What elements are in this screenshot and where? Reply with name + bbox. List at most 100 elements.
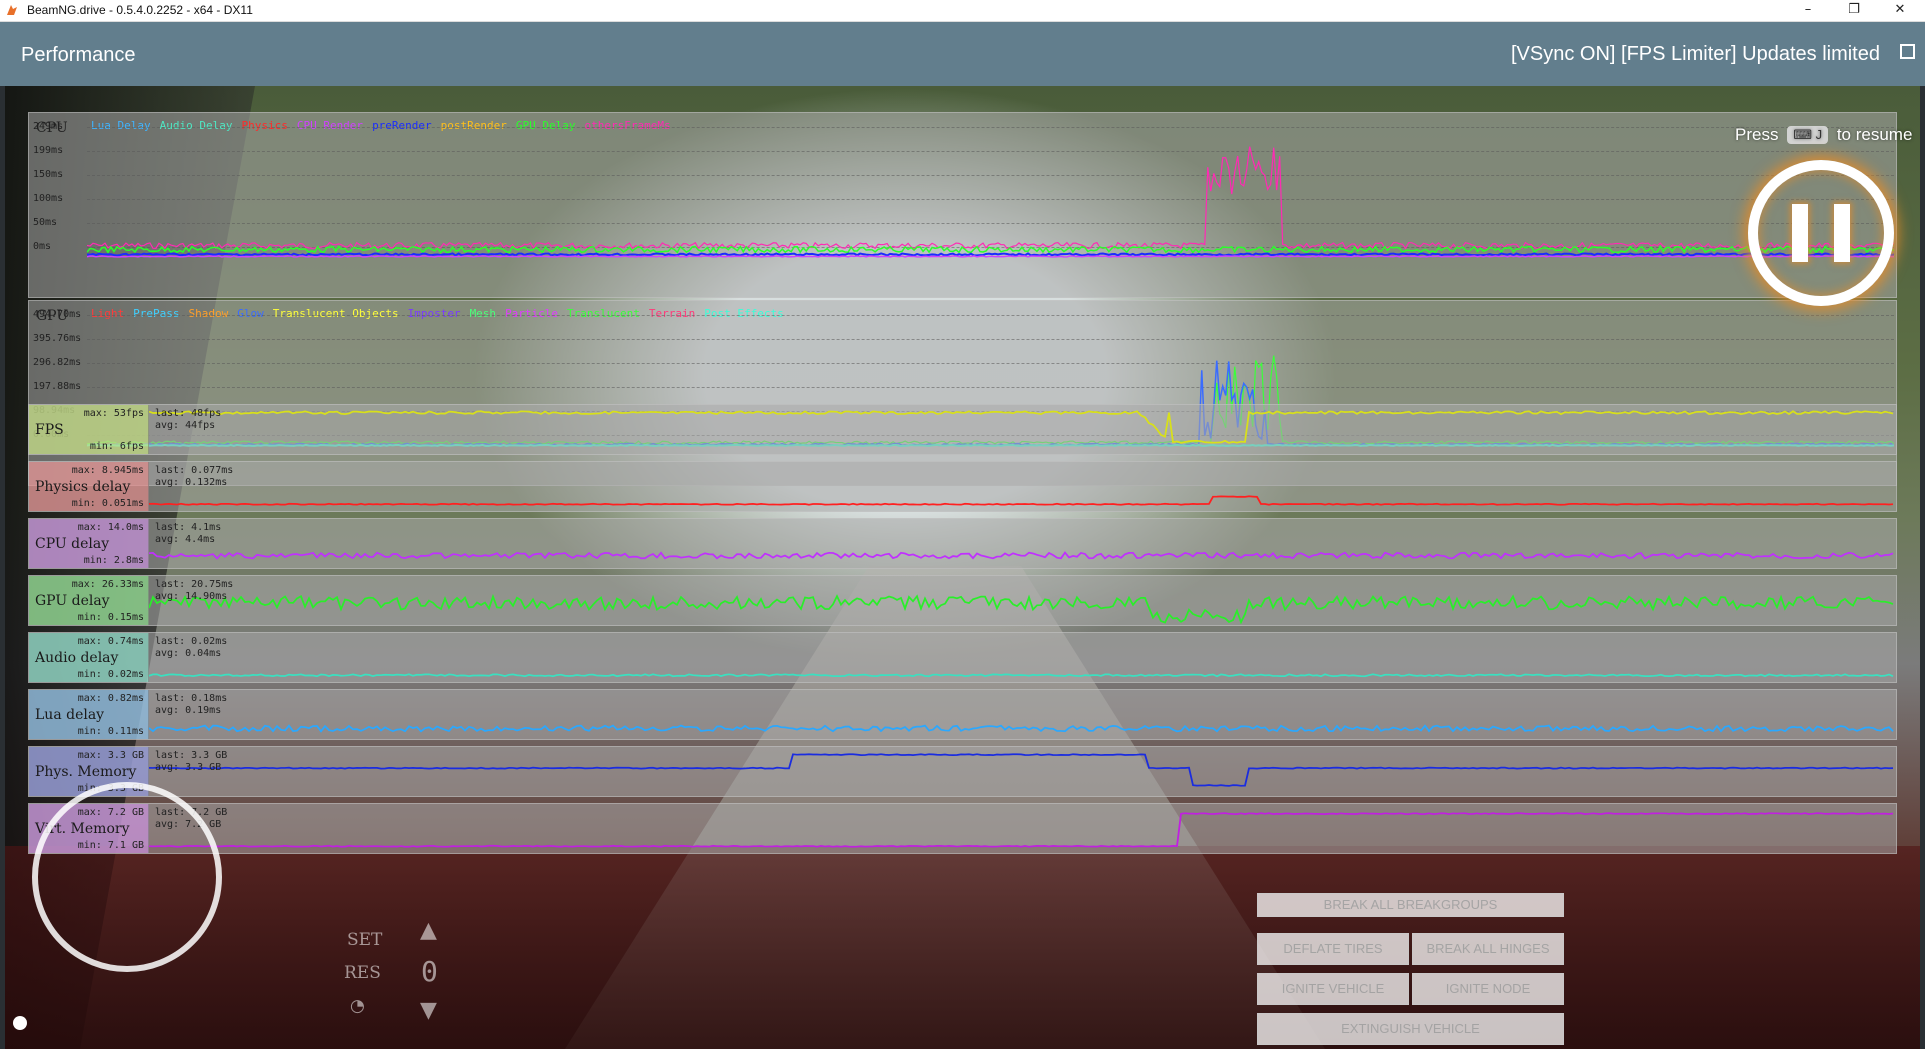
metric-min: min: 2.8ms [83,555,144,566]
metric-min: min: 0.02ms [77,669,144,680]
resume-press-text: Press [1735,125,1779,144]
metric-avg: avg: 0.132ms [155,477,228,488]
cpu-graph-section: CPU Lua Delay Audio Delay Physics CPU Rende… [28,112,1897,298]
cruise-control-icon[interactable]: ◔ [350,996,365,1016]
pause-bar-left [1792,204,1808,262]
restore-button[interactable]: ❐ [1831,0,1877,21]
gpu-graph-section: GPU Light PrePass Shadow Glow Translucent Ob… [28,300,1897,486]
metric-line-chart [149,551,1894,560]
cruise-set-button[interactable]: SET [347,930,382,950]
updates-limited-checkbox[interactable] [1900,44,1915,59]
cpu-plot [87,113,1894,297]
metric-row: max: 26.33ms GPU delay min: 0.15ms last: 20… [28,575,1897,626]
metric-row: max: 53fps FPS min: 6fps last: 48fps avg: 44… [28,404,1897,455]
metric-avg: avg: 14.90ms [155,591,228,602]
metric-row: max: 3.3 GB Phys. Memory min: 3.3 GB last: … [28,746,1897,797]
metric-trace [149,724,1894,733]
window-title: BeamNG.drive - 0.5.4.0.2252 - x64 - DX11 [27,3,253,17]
cpu-trace-prerender [87,252,1894,257]
performance-title: Performance [21,44,136,66]
cpu-trace-gpu-delay [87,245,1894,254]
metric-avg: avg: 4.4ms [155,534,216,545]
metric-name: Audio delay [35,649,119,666]
metric-last: last: 4.1ms [155,522,222,533]
speedometer-gauge-ring [32,782,222,972]
break-all-breakgroups-button[interactable]: BREAK ALL BREAKGROUPS [1257,893,1564,917]
metric-row-label: max: 26.33ms GPU delay min: 0.15ms [29,576,149,625]
metric-max: max: 26.33ms [71,579,144,590]
metric-line-chart [149,724,1894,733]
pause-bar-right [1834,204,1850,262]
pause-icon[interactable] [1748,160,1894,306]
cpu-y-tick: 100ms [33,193,64,204]
metric-plot [149,633,1894,682]
gpu-y-tick: 296.82ms [33,357,82,368]
close-button[interactable]: ✕ [1877,0,1923,21]
metric-last: last: 0.077ms [155,465,234,476]
deflate-tires-button[interactable]: DEFLATE TIRES [1257,933,1409,965]
metric-line-chart [149,410,1894,444]
indicator-dot [13,1016,27,1030]
metric-last: last: 20.75ms [155,579,234,590]
metric-stats: last: 3.3 GB avg: 3.3 GB [155,750,227,774]
metric-plot [149,804,1894,853]
minimize-button[interactable]: – [1785,0,1831,21]
metric-line-chart [149,593,1894,625]
metric-plot [149,576,1894,625]
gpu-y-tick: 494.70ms [33,309,82,320]
cpu-y-tick: 199ms [33,145,64,156]
metric-max: max: 14.0ms [77,522,144,533]
metric-trace [149,551,1894,560]
metric-plot [149,747,1894,796]
metric-row: max: 8.945ms Physics delay min: 0.051ms las… [28,461,1897,512]
ignite-vehicle-button[interactable]: IGNITE VEHICLE [1257,973,1409,1005]
metric-stats: last: 0.077ms avg: 0.132ms [155,465,233,489]
metric-plot [149,462,1894,511]
metric-line-chart [149,495,1894,506]
metric-trace [149,753,1894,787]
metric-avg: avg: 0.19ms [155,705,222,716]
metric-row: max: 0.74ms Audio delay min: 0.02ms last: 0… [28,632,1897,683]
metric-last: last: 0.18ms [155,693,228,704]
performance-header: Performance [VSync ON] [FPS Limiter] Upd… [0,22,1925,86]
cpu-y-tick: 50ms [33,217,58,228]
cruise-res-button[interactable]: RES [344,963,381,983]
cpu-y-tick: 0ms [33,241,52,252]
metric-row-label: max: 0.82ms Lua delay min: 0.11ms [29,690,149,739]
gear-down-icon[interactable]: ▼ [420,998,437,1023]
metric-trace [149,410,1894,444]
ignite-node-button[interactable]: IGNITE NODE [1412,973,1564,1005]
metric-avg: avg: 3.3 GB [155,762,222,773]
metric-last: last: 0.02ms [155,636,228,647]
resume-suffix-text: to resume [1836,125,1913,144]
metric-name: GPU delay [35,592,110,609]
metric-name: Lua delay [35,706,105,723]
metric-plot [149,519,1894,568]
gear-up-icon[interactable]: ▲ [420,918,437,943]
metric-line-chart [149,753,1894,787]
metric-row: max: 0.82ms Lua delay min: 0.11ms last: 0.1… [28,689,1897,740]
metric-stats: last: 0.02ms avg: 0.04ms [155,636,227,660]
metric-row-label: max: 0.74ms Audio delay min: 0.02ms [29,633,149,682]
extinguish-vehicle-button[interactable]: EXTINGUISH VEHICLE [1257,1013,1564,1045]
metric-trace [149,495,1894,506]
metric-name: CPU delay [35,535,110,552]
break-all-hinges-button[interactable]: BREAK ALL HINGES [1412,933,1564,965]
metric-last: last: 3.3 GB [155,750,228,761]
metric-last: last: 48fps [155,408,222,419]
metric-row-label: max: 8.945ms Physics delay min: 0.051ms [29,462,149,511]
cpu-trace-others [87,146,1894,250]
performance-graphs: CPU Lua Delay Audio Delay Physics CPU Rende… [28,112,1897,1047]
gpu-y-tick: 197.88ms [33,381,82,392]
metric-trace [149,593,1894,625]
metric-min: min: 0.15ms [77,612,144,623]
metric-name: Phys. Memory [35,763,137,780]
cpu-chart [87,146,1894,258]
cpu-trace-render [87,255,1894,258]
gpu-plot [87,301,1894,485]
metric-row: max: 14.0ms CPU delay min: 2.8ms last: 4.1m… [28,518,1897,569]
metric-stats: last: 4.1ms avg: 4.4ms [155,522,221,546]
metric-stats: last: 20.75ms avg: 14.90ms [155,579,233,603]
metric-max: max: 8.945ms [71,465,144,476]
beamng-app-icon [7,5,17,15]
